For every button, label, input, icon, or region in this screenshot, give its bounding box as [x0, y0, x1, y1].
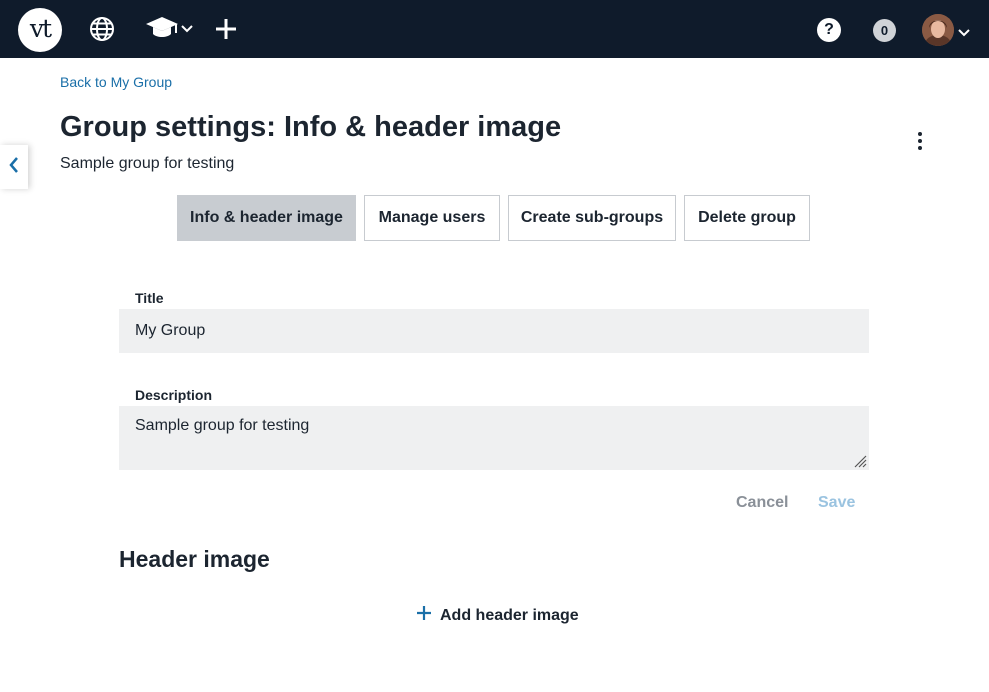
avatar[interactable]	[922, 14, 954, 46]
plus-icon[interactable]	[212, 15, 240, 43]
notifications-badge[interactable]: 0	[873, 19, 896, 42]
plus-icon	[416, 605, 432, 626]
chevron-left-icon	[9, 156, 19, 179]
tab-manage-users[interactable]: Manage users	[364, 195, 500, 241]
top-navigation-bar: vt ? 0	[0, 0, 989, 58]
graduation-cap-icon	[145, 14, 179, 45]
cancel-button[interactable]: Cancel	[736, 494, 788, 512]
resize-handle-icon[interactable]	[853, 454, 867, 473]
more-options-icon[interactable]	[910, 130, 930, 152]
chevron-down-icon	[181, 20, 193, 38]
title-field[interactable]	[119, 309, 869, 353]
vt-logo[interactable]: vt	[18, 8, 62, 52]
header-image-heading: Header image	[119, 546, 270, 572]
description-label: Description	[135, 387, 213, 403]
logo-text: vt	[29, 13, 52, 43]
page-title: Group settings: Info & header image	[60, 111, 562, 143]
page-subtitle: Sample group for testing	[60, 155, 235, 172]
courses-menu[interactable]	[143, 15, 195, 43]
back-link[interactable]: Back to My Group	[60, 74, 172, 90]
save-button[interactable]: Save	[818, 494, 855, 512]
description-field[interactable]: Sample group for testing	[119, 406, 869, 470]
chevron-down-icon[interactable]	[958, 24, 970, 42]
tab-delete-group[interactable]: Delete group	[684, 195, 810, 241]
title-label: Title	[135, 290, 164, 306]
tab-create-sub-groups[interactable]: Create sub-groups	[508, 195, 676, 241]
help-button[interactable]: ?	[817, 18, 841, 42]
globe-icon[interactable]	[88, 15, 116, 43]
tab-info-header-image[interactable]: Info & header image	[177, 195, 356, 241]
add-header-image-label: Add header image	[440, 606, 579, 624]
sidebar-toggle-button[interactable]	[0, 145, 28, 189]
add-header-image-button[interactable]: Add header image	[416, 605, 579, 626]
